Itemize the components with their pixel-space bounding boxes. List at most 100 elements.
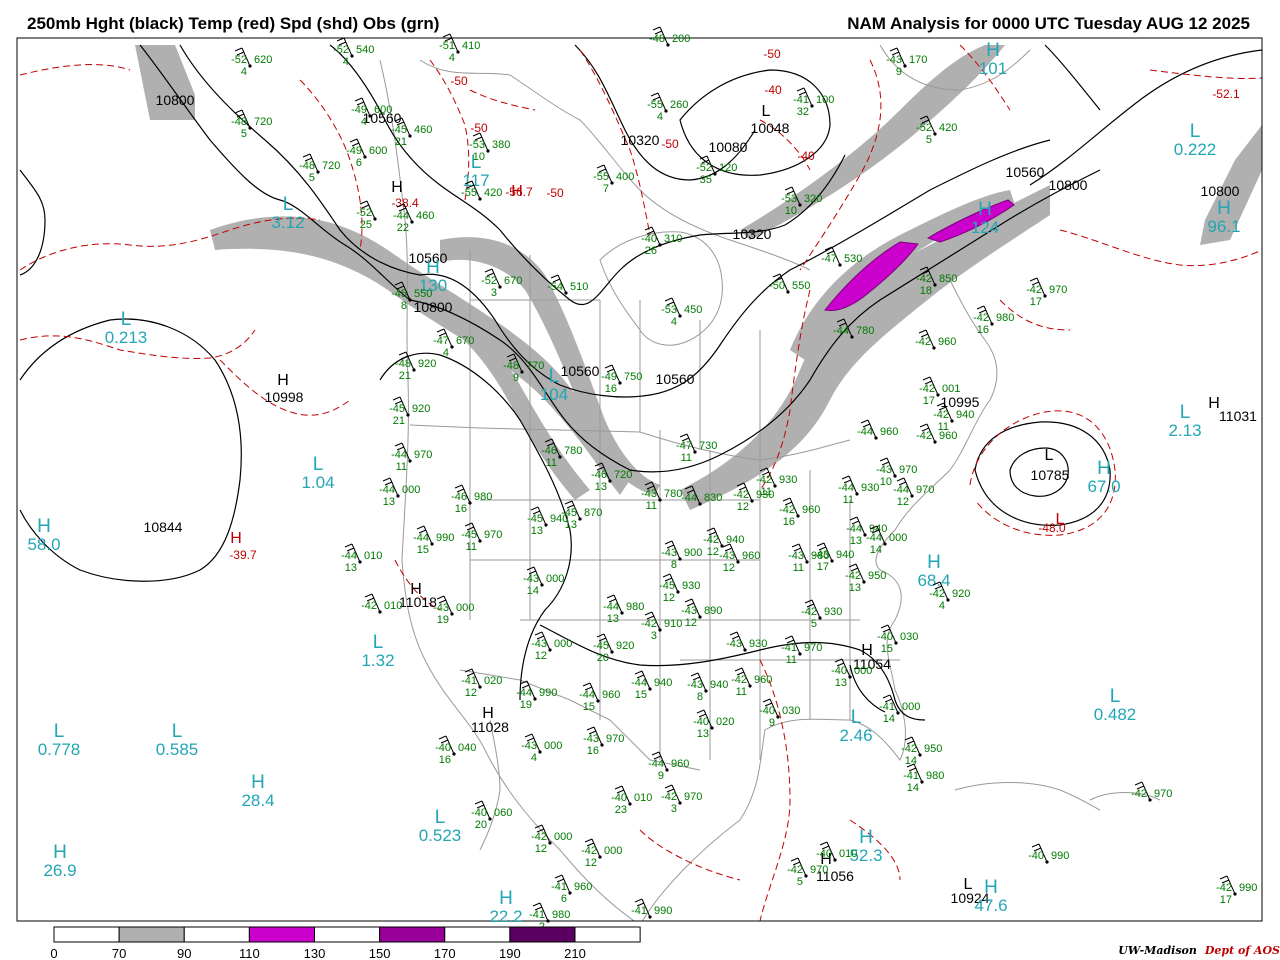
obs-temp: -41 (631, 905, 647, 917)
colorbar-segment (118, 926, 185, 943)
obs-temp: -44 (516, 687, 532, 699)
obs-temp: -42 (787, 864, 803, 876)
obs-speed: 17 (817, 561, 829, 573)
speed-high-letter: H (927, 552, 941, 573)
obs-height: 980 (474, 491, 492, 503)
speed-low-letter: L (1190, 121, 1201, 142)
speed-value: 101 (979, 59, 1007, 78)
temperature-label: -50 (546, 186, 564, 200)
obs-height: 940 (550, 513, 568, 525)
obs-temp: -49 (601, 371, 617, 383)
obs-height: 780 (564, 445, 582, 457)
obs-temp: -42 (929, 588, 945, 600)
obs-height: 670 (456, 335, 474, 347)
obs-temp: -41 (551, 881, 567, 893)
obs-temp: -43 (661, 547, 677, 559)
obs-temp: -42 (901, 743, 917, 755)
height-label: 10320 (621, 132, 660, 148)
obs-temp: -43 (641, 488, 657, 500)
obs-speed: 11 (736, 686, 747, 698)
obs-height: 400 (616, 171, 634, 183)
obs-height: 960 (939, 430, 957, 442)
obs-speed: 4 (657, 111, 663, 123)
obs-height: 890 (704, 605, 722, 617)
speed-high-letter: H (1217, 198, 1231, 219)
obs-speed: 13 (595, 481, 607, 493)
colorbar-tick-label: 0 (50, 946, 57, 960)
obs-speed: 13 (531, 525, 543, 537)
obs-temp: -44 (379, 484, 395, 496)
obs-height: 970 (810, 864, 828, 876)
obs-speed: 4 (343, 56, 349, 68)
obs-height: 420 (939, 122, 957, 134)
obs-temp: -43 (788, 550, 804, 562)
obs-height: 730 (699, 440, 717, 452)
obs-height: 020 (484, 675, 502, 687)
obs-speed: 9 (658, 770, 664, 782)
colorbar-tick-label: 210 (564, 946, 586, 960)
obs-speed: 19 (437, 614, 449, 626)
obs-speed: 14 (883, 713, 895, 725)
obs-temp: -51 (439, 40, 455, 52)
obs-temp: -53 (469, 139, 485, 151)
obs-temp: -44 (866, 532, 882, 544)
low-marker: L (964, 876, 973, 893)
height-label: 10800 (414, 299, 453, 315)
speed-value: 58.0 (27, 535, 60, 554)
obs-temp: -42 (779, 504, 795, 516)
obs-speed: 5 (309, 172, 315, 184)
obs-temp: -55 (461, 187, 477, 199)
obs-height: 990 (1239, 882, 1257, 894)
obs-temp: -44 (833, 325, 849, 337)
obs-height: 600 (369, 145, 387, 157)
speed-value: 0.222 (1174, 140, 1217, 159)
obs-speed: 14 (527, 585, 539, 597)
obs-height: 770 (526, 360, 544, 372)
obs-height: 830 (704, 492, 722, 504)
obs-height: 940 (836, 549, 854, 561)
low-marker: L (1045, 447, 1054, 464)
obs-height: 920 (412, 403, 430, 415)
obs-temp: -42 (1131, 788, 1147, 800)
obs-height: 940 (654, 677, 672, 689)
obs-speed: 11 (843, 494, 854, 506)
obs-speed: 10 (880, 476, 892, 488)
obs-height: 910 (664, 618, 682, 630)
obs-height: 320 (804, 193, 822, 205)
obs-temp: -41 (793, 94, 809, 106)
obs-speed: 11 (466, 541, 477, 553)
obs-height: 850 (939, 273, 957, 285)
obs-speed: 5 (241, 128, 247, 140)
obs-temp: -45 (527, 513, 543, 525)
obs-speed: 4 (361, 116, 367, 128)
obs-height: 920 (418, 358, 436, 370)
obs-temp: -53 (781, 193, 797, 205)
obs-temp: -40 (611, 792, 627, 804)
obs-speed: 15 (881, 643, 893, 655)
high-marker: H (230, 530, 242, 547)
obs-temp: -43 (583, 733, 599, 745)
obs-height: 980 (811, 550, 829, 562)
obs-height: 010 (634, 792, 652, 804)
obs-temp: -44 (393, 210, 409, 222)
obs-speed: 9 (513, 372, 519, 384)
obs-height: 420 (484, 187, 502, 199)
credit-org: UW-Madison (1118, 944, 1197, 957)
temperature-label: -52.1 (1212, 87, 1240, 101)
obs-temp: -44 (413, 532, 429, 544)
obs-temp: -42 (756, 474, 772, 486)
obs-height: 920 (616, 640, 634, 652)
obs-height: 000 (554, 638, 572, 650)
obs-height: 410 (462, 40, 480, 52)
colorbar-segment (444, 926, 511, 943)
speed-low-letter: L (435, 807, 446, 828)
obs-speed: 12 (585, 857, 597, 869)
colorbar-segment (183, 926, 250, 943)
colorbar-tick-label: 170 (434, 946, 456, 960)
height-label: 10998 (265, 389, 304, 405)
colorbar-segment (314, 926, 381, 943)
height-label: 10800 (156, 92, 195, 108)
obs-height: 600 (374, 104, 392, 116)
obs-speed: 8 (671, 559, 677, 571)
obs-temp: -48 (231, 116, 247, 128)
